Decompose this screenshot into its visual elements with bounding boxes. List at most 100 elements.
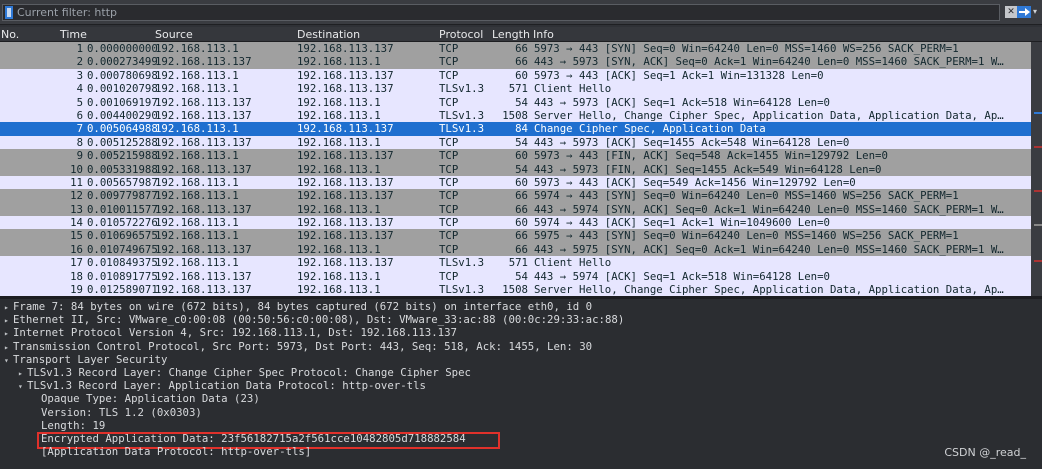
cell-source: 192.168.113.1 — [155, 122, 239, 136]
packet-row[interactable]: 10 0.005331988 192.168.113.137 192.168.113.… — [0, 162, 1031, 176]
packet-row[interactable]: 16 0.010749675 192.168.113.137 192.168.113.… — [0, 242, 1031, 257]
cell-protocol: TLSv1.3 — [439, 283, 485, 296]
column-header-source[interactable]: Source — [155, 28, 193, 41]
packet-row[interactable]: 17 0.010849375 192.168.113.1 192.168.113.13… — [0, 256, 1031, 270]
cell-no: 12 — [70, 189, 83, 203]
cell-protocol: TCP — [439, 42, 459, 55]
cell-no: 16 — [70, 242, 83, 256]
packet-row[interactable]: 7 0.005064988 192.168.113.1 192.168.113.137… — [0, 122, 1031, 136]
detail-tree-item[interactable]: Opaque Type: Application Data (23) — [41, 392, 260, 405]
column-header-info[interactable]: Info — [533, 28, 554, 41]
packet-row[interactable]: 6 0.004400290 192.168.113.137 192.168.113.1… — [0, 108, 1031, 123]
packet-row[interactable]: 5 0.001069197 192.168.113.137 192.168.113.1… — [0, 95, 1031, 109]
cell-destination: 192.168.113.137 — [297, 189, 394, 203]
packet-row[interactable]: 15 0.010696575 192.168.113.1 192.168.113.13… — [0, 229, 1031, 243]
column-header-destination[interactable]: Destination — [297, 28, 360, 41]
detail-tree-item[interactable]: ▾ TLSv1.3 Record Layer: Application Data … — [18, 379, 426, 392]
cell-time: 0.004400290 — [87, 108, 158, 122]
packet-row[interactable]: 18 0.010891775 192.168.113.137 192.168.113.… — [0, 269, 1031, 284]
detail-text: TLSv1.3 Record Layer: Change Cipher Spec… — [27, 366, 471, 379]
packet-row[interactable]: 2 0.000273499 192.168.113.137 192.168.113.1… — [0, 55, 1031, 69]
cell-time: 0.005657987 — [87, 175, 158, 189]
cell-destination: 192.168.113.1 — [297, 108, 381, 122]
cell-protocol: TCP — [439, 162, 459, 176]
packet-list-minimap-scrollbar[interactable] — [1031, 42, 1042, 296]
packet-row[interactable]: 14 0.010572276 192.168.113.1 192.168.113.13… — [0, 216, 1031, 230]
watermark: CSDN @_read_ — [944, 446, 1026, 459]
packet-row[interactable]: 4 0.001020798 192.168.113.1 192.168.113.137… — [0, 82, 1031, 96]
packet-row[interactable]: 3 0.000780698 192.168.113.1 192.168.113.137… — [0, 68, 1031, 83]
chevron-down-icon[interactable]: ▾ — [18, 380, 27, 393]
packet-row[interactable]: 8 0.005125288 192.168.113.137 192.168.113.1… — [0, 135, 1031, 150]
detail-text: Length: 19 — [41, 418, 106, 432]
chevron-down-icon[interactable]: ▾ — [4, 354, 13, 367]
cell-length: 54 — [515, 269, 528, 283]
cell-time: 0.009779877 — [87, 189, 158, 203]
cell-source: 192.168.113.1 — [155, 42, 239, 55]
cell-info: 443 → 5973 [ACK] Seq=1455 Ack=548 Win=64… — [534, 135, 850, 149]
column-header-no[interactable]: No. — [1, 28, 19, 41]
detail-tree-item[interactable]: ▸ TLSv1.3 Record Layer: Change Cipher Spe… — [18, 366, 471, 379]
cell-destination: 192.168.113.1 — [297, 135, 381, 149]
detail-tree-item[interactable]: [Application Data Protocol: http-over-tl… — [41, 445, 311, 458]
arrow-right-icon[interactable] — [1017, 6, 1031, 18]
column-header-protocol[interactable]: Protocol — [439, 28, 483, 41]
packet-list[interactable]: 1 0.000000000 192.168.113.1 192.168.113.137… — [0, 42, 1042, 296]
cell-info: Client Hello — [534, 82, 612, 96]
cell-no: 15 — [70, 229, 83, 243]
cell-info: 5973 → 443 [ACK] Seq=549 Ack=1456 Win=12… — [534, 175, 856, 189]
packet-row[interactable]: 1 0.000000000 192.168.113.1 192.168.113.137… — [0, 42, 1031, 56]
detail-tree-item[interactable]: Version: TLS 1.2 (0x0303) — [41, 406, 202, 419]
cell-time: 0.010696575 — [87, 229, 158, 243]
cell-length: 60 — [515, 216, 528, 230]
clear-icon[interactable]: ✕ — [1005, 6, 1017, 18]
packet-row[interactable]: 19 0.012589071 192.168.113.137 192.168.113.… — [0, 283, 1031, 296]
detail-tree-item[interactable]: ▾ Transport Layer Security — [4, 353, 167, 366]
cell-source: 192.168.113.1 — [155, 82, 239, 96]
cell-destination: 192.168.113.1 — [297, 55, 381, 69]
detail-tree-item[interactable]: ▸ Transmission Control Protocol, Src Port… — [4, 340, 592, 353]
cell-no: 9 — [76, 149, 83, 163]
cell-source: 192.168.113.137 — [155, 283, 252, 296]
cell-info: Server Hello, Change Cipher Spec, Applic… — [534, 108, 1004, 122]
column-header-time[interactable]: Time — [60, 28, 87, 41]
cell-source: 192.168.113.1 — [155, 229, 239, 243]
cell-destination: 192.168.113.137 — [297, 42, 394, 55]
cell-protocol: TLSv1.3 — [439, 122, 485, 136]
display-filter-input[interactable]: Current filter: http — [2, 4, 1000, 21]
cell-time: 0.010572276 — [87, 216, 158, 230]
detail-tree-item[interactable]: ▸ Ethernet II, Src: VMware_c0:00:08 (00:5… — [4, 313, 624, 326]
detail-tree-item[interactable]: ▸ Frame 7: 84 bytes on wire (672 bits), 8… — [4, 300, 592, 313]
detail-tree-item[interactable]: Encrypted Application Data: 23f56182715a… — [41, 432, 466, 445]
detail-tree-item[interactable]: Length: 19 — [41, 419, 105, 432]
cell-destination: 192.168.113.137 — [297, 256, 394, 270]
cell-time: 0.000273499 — [87, 55, 158, 69]
bookmark-icon[interactable] — [5, 6, 13, 19]
cell-protocol: TCP — [439, 68, 459, 82]
cell-destination: 192.168.113.1 — [297, 95, 381, 109]
packet-row[interactable]: 12 0.009779877 192.168.113.1 192.168.113.13… — [0, 189, 1031, 203]
packet-details-pane[interactable]: CSDN @_read_ ▸ Frame 7: 84 bytes on wire … — [0, 299, 1042, 469]
cell-time: 0.010749675 — [87, 242, 158, 256]
packet-row[interactable]: 11 0.005657987 192.168.113.1 192.168.113.13… — [0, 175, 1031, 190]
cell-destination: 192.168.113.137 — [297, 149, 394, 163]
packet-row[interactable]: 13 0.010011577 192.168.113.137 192.168.113.… — [0, 202, 1031, 217]
column-header-length[interactable]: Length — [492, 28, 530, 41]
cell-no: 5 — [76, 95, 83, 109]
cell-time: 0.005125288 — [87, 135, 158, 149]
cell-source: 192.168.113.137 — [155, 95, 252, 109]
cell-source: 192.168.113.137 — [155, 269, 252, 283]
cell-info: 443 → 5975 [SYN, ACK] Seq=0 Ack=1 Win=64… — [534, 242, 1004, 256]
chevron-down-icon[interactable]: ▾ — [1033, 7, 1041, 17]
cell-protocol: TLSv1.3 — [439, 256, 485, 270]
cell-destination: 192.168.113.1 — [297, 242, 381, 256]
cell-no: 2 — [76, 55, 83, 69]
cell-source: 192.168.113.1 — [155, 68, 239, 82]
cell-length: 54 — [515, 135, 528, 149]
cell-length: 60 — [515, 68, 528, 82]
cell-info: 443 → 5973 [ACK] Seq=1 Ack=518 Win=64128… — [534, 95, 830, 109]
packet-row[interactable]: 9 0.005215988 192.168.113.1 192.168.113.137… — [0, 149, 1031, 163]
detail-tree-item[interactable]: ▸ Internet Protocol Version 4, Src: 192.1… — [4, 326, 457, 339]
cell-time: 0.001020798 — [87, 82, 158, 96]
cell-no: 7 — [76, 122, 83, 136]
